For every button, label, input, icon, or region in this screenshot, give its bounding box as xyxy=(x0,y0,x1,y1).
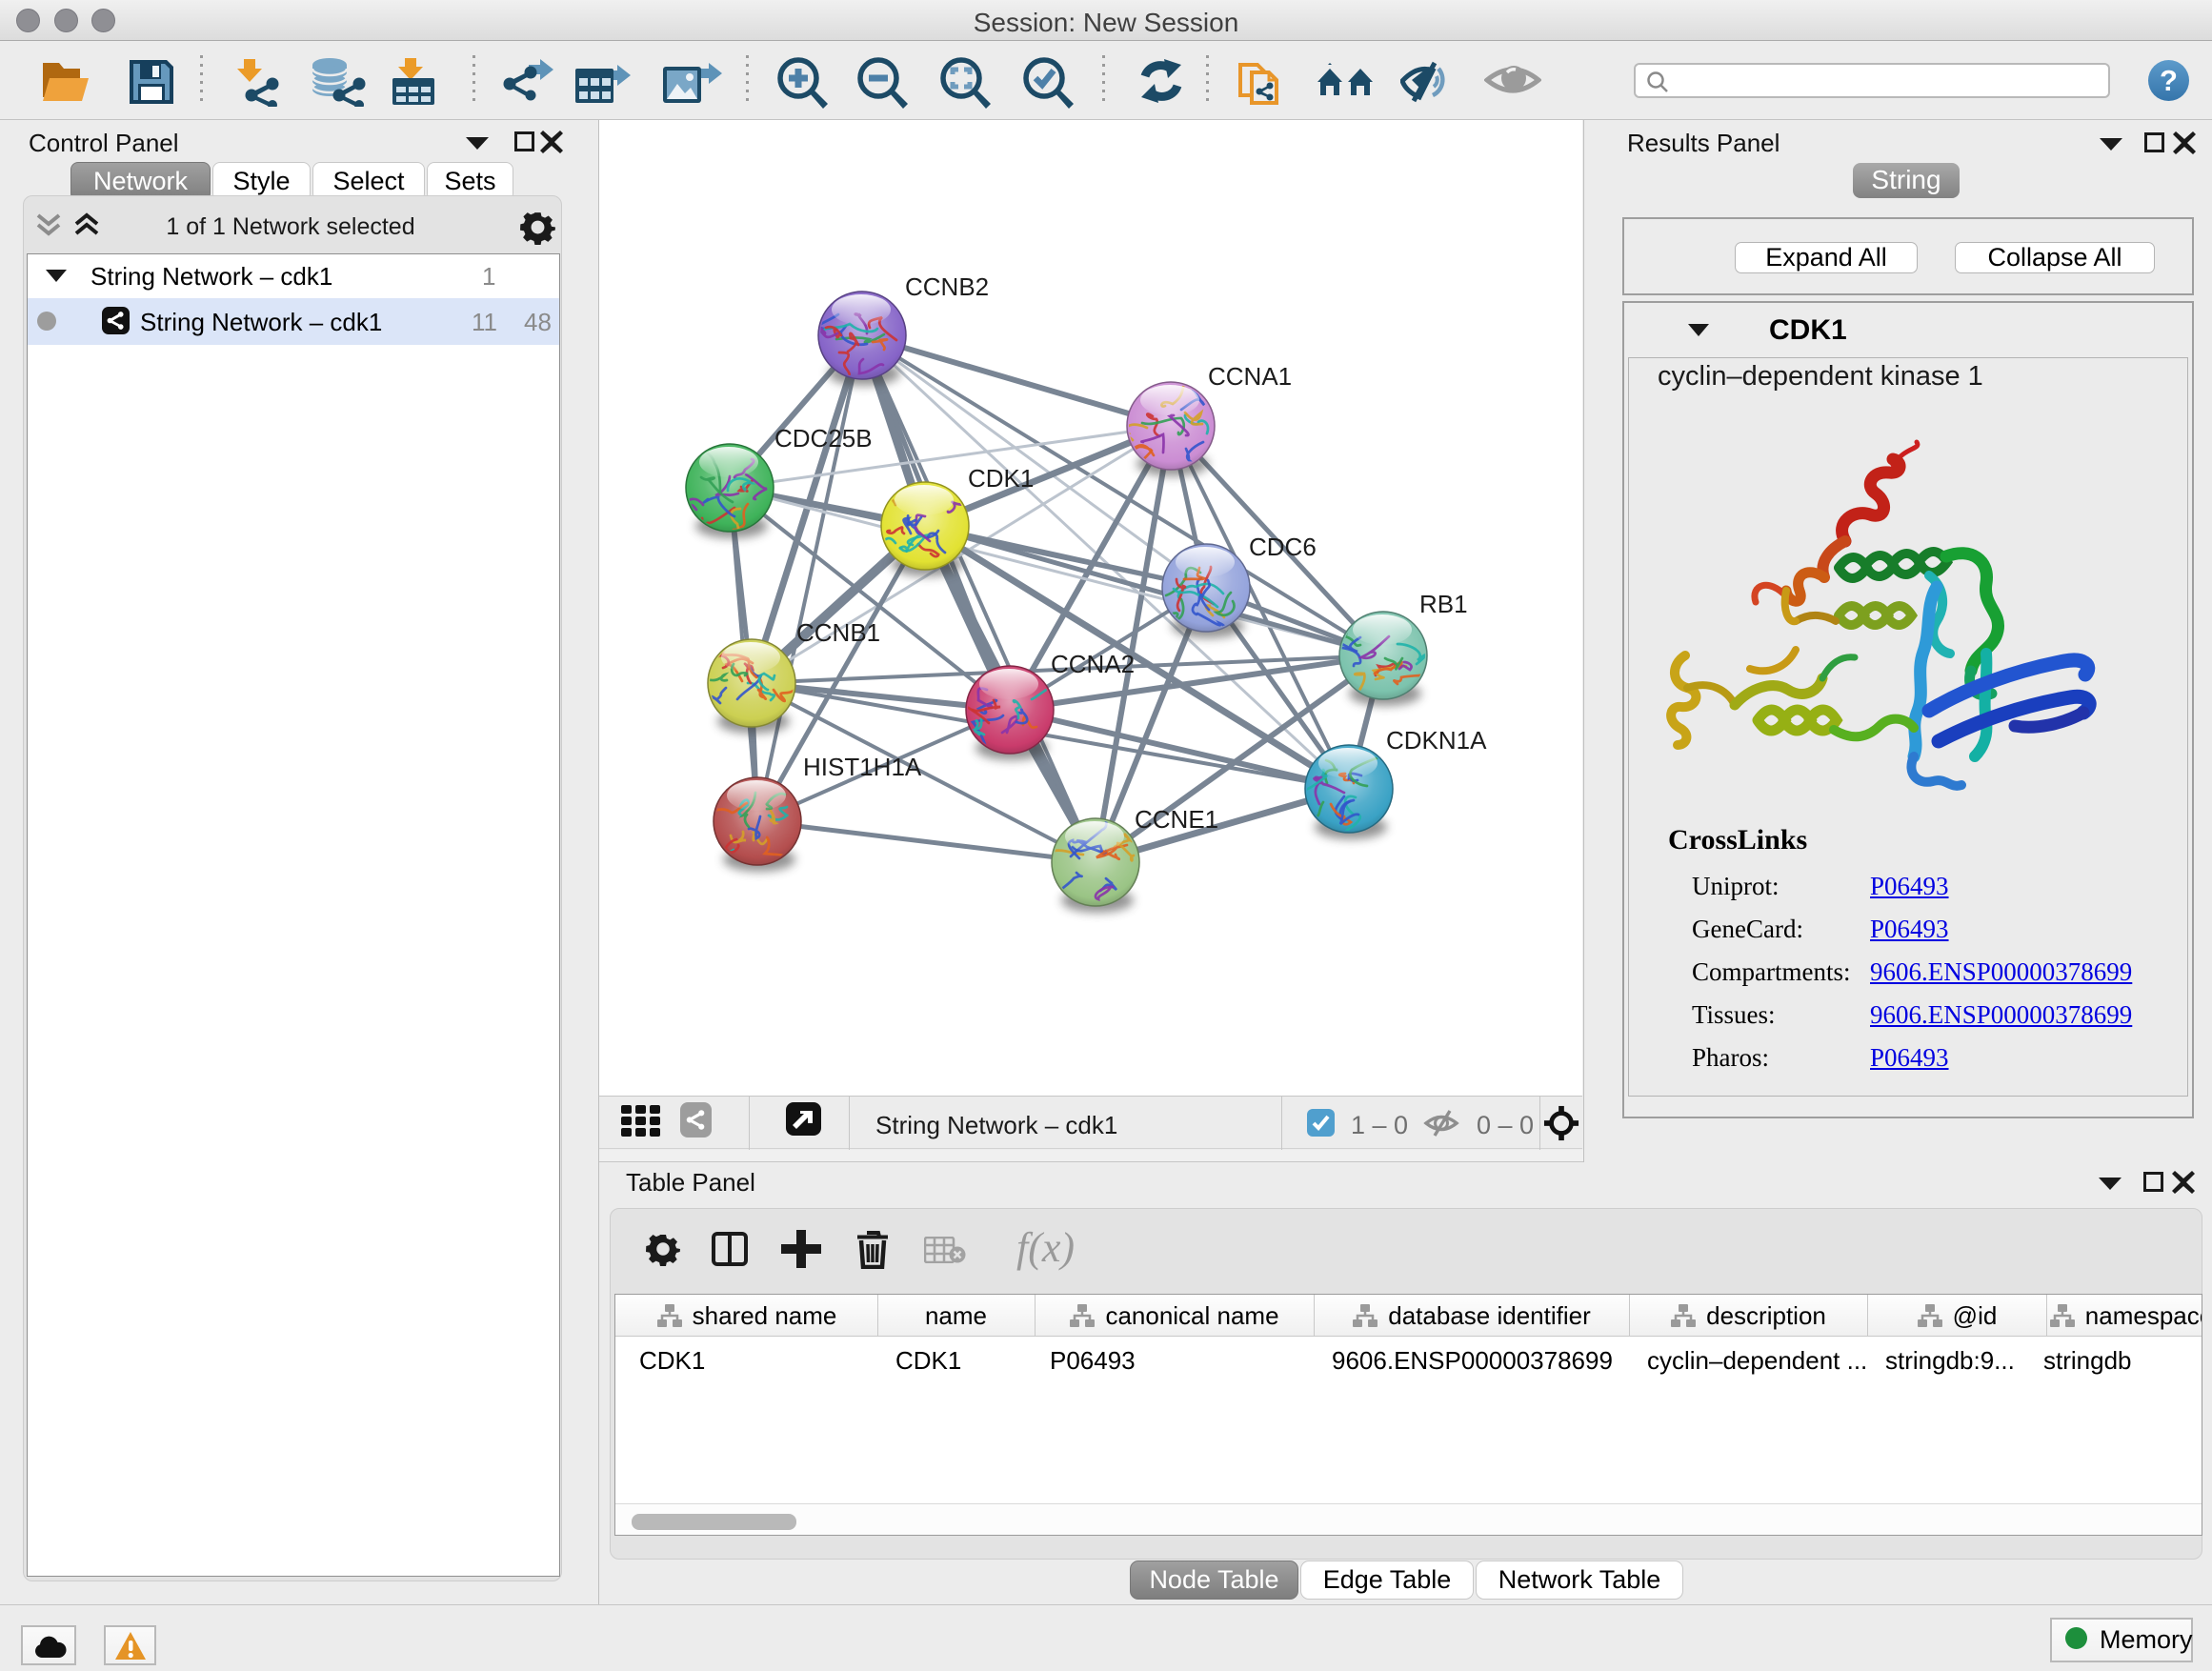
svg-text:CCNB1: CCNB1 xyxy=(796,618,880,647)
svg-text:CCNA1: CCNA1 xyxy=(1208,362,1292,391)
svg-text:CDKN1A: CDKN1A xyxy=(1386,726,1487,755)
svg-text:CDC6: CDC6 xyxy=(1249,533,1317,561)
svg-text:HIST1H1A: HIST1H1A xyxy=(803,753,922,781)
svg-text:CCNE1: CCNE1 xyxy=(1135,805,1218,834)
svg-text:CDK1: CDK1 xyxy=(968,464,1034,493)
svg-text:CCNB2: CCNB2 xyxy=(905,272,989,301)
svg-text:RB1: RB1 xyxy=(1419,590,1468,618)
svg-text:CDC25B: CDC25B xyxy=(774,424,873,453)
svg-text:CCNA2: CCNA2 xyxy=(1051,650,1135,678)
